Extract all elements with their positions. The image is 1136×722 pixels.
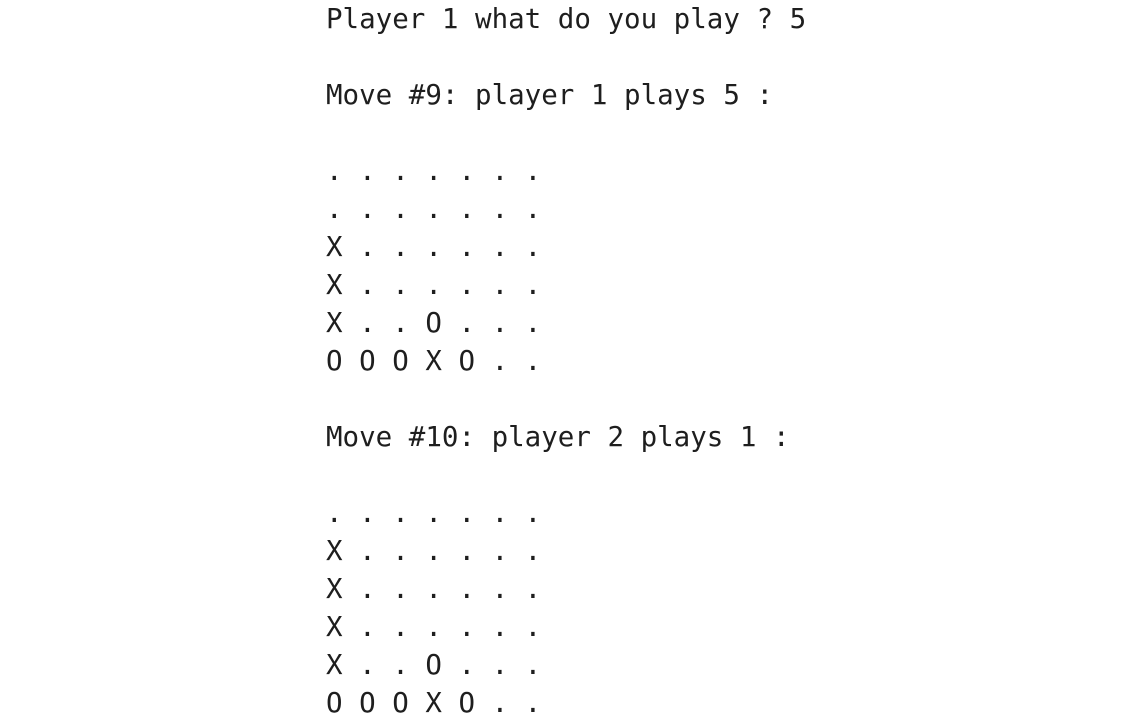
board-row: . . . . . . . (326, 497, 542, 529)
input-prompt: Player 1 what do you play ? 5 (326, 3, 807, 35)
board-row: X . . . . . . (326, 611, 542, 643)
board-row: X . . . . . . (326, 573, 542, 605)
board-row: . . . . . . . (326, 193, 542, 225)
board-row: X . . . . . . (326, 269, 542, 301)
board-row: . . . . . . . (326, 155, 542, 187)
game-board: . . . . . . . X . . . . . . X . . . . . … (326, 494, 806, 722)
move-header: Move #9: player 1 plays 5 : (326, 79, 774, 111)
move-header: Move #10: player 2 plays 1 : (326, 421, 790, 453)
board-row: O O O X O . . (326, 345, 542, 377)
board-row: X . . . . . . (326, 231, 542, 263)
game-board: . . . . . . . . . . . . . . X . . . . . … (326, 152, 806, 380)
board-row: X . . . . . . (326, 535, 542, 567)
board-row: X . . O . . . (326, 649, 542, 681)
board-row: O O O X O . . (326, 687, 542, 719)
board-row: X . . O . . . (326, 307, 542, 339)
terminal-output: Player 1 what do you play ? 5 Move #9: p… (326, 0, 806, 722)
